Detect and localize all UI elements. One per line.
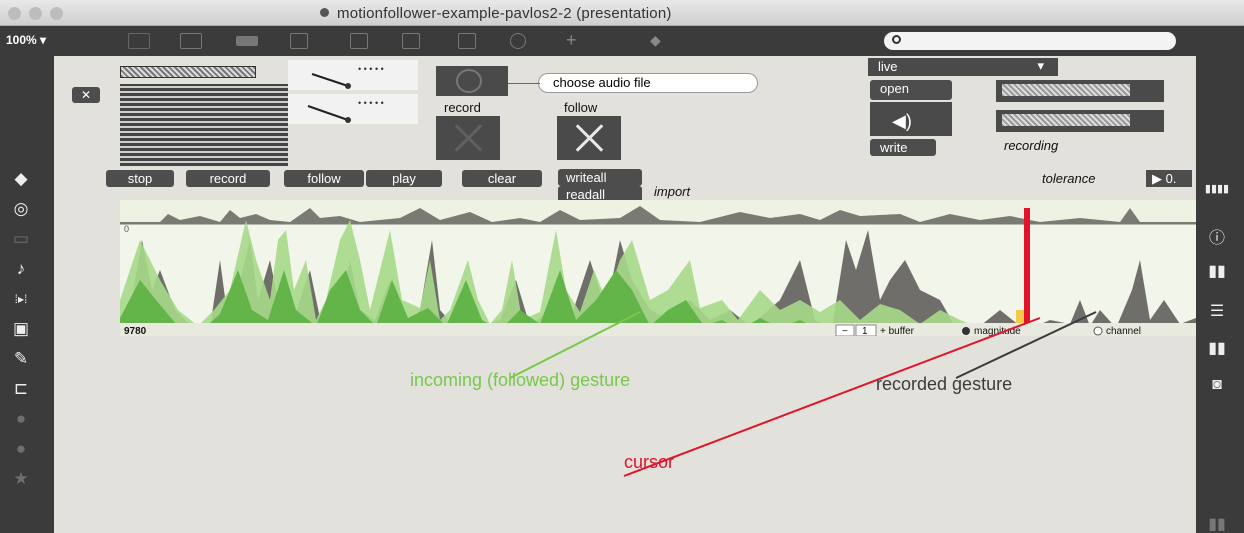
info-icon[interactable]: ⓘ — [1200, 228, 1234, 250]
right-sidebar: ▮▮▮▮ ⓘ ▮▮ ☰ ▮▮ ◙ ▮▮ — [1196, 56, 1244, 533]
cursor-annotation: cursor — [624, 452, 675, 472]
play-icon[interactable] — [402, 33, 420, 49]
grid-icon[interactable] — [128, 33, 150, 49]
target-icon[interactable]: ◎ — [8, 198, 34, 220]
message-icon[interactable] — [180, 33, 202, 49]
close-window-button[interactable] — [8, 7, 21, 20]
columns-icon[interactable]: ▮▮ — [1200, 261, 1234, 283]
image-icon[interactable]: ▣ — [8, 318, 34, 340]
minimize-window-button[interactable] — [29, 7, 42, 20]
recorded-gesture-annotation: recorded gesture — [876, 374, 1013, 394]
plus-icon[interactable]: + — [566, 31, 588, 49]
search-icon — [892, 35, 901, 44]
window-title-text: motionfollower-example-pavlos2-2 (presen… — [337, 5, 672, 22]
incoming-gesture-annotation: incoming (followed) gesture — [410, 370, 631, 390]
pause-icon[interactable]: ▮▮ — [1200, 514, 1234, 533]
toggle-icon[interactable] — [290, 33, 308, 49]
patch-canvas: ✕ • • • • • • • • • • choose audio file … — [54, 56, 1196, 533]
panel-icon[interactable]: ▭ — [8, 228, 34, 250]
zoom-window-button[interactable] — [50, 7, 63, 20]
star-icon[interactable]: ★ — [8, 468, 34, 490]
music-note-icon[interactable]: ♪ — [8, 258, 34, 280]
slider-icon[interactable] — [458, 33, 476, 49]
transport-icon[interactable]: ⁞▸⁞ — [8, 288, 34, 310]
eye-icon[interactable]: ◆ — [650, 33, 672, 49]
recorded-pointer-line — [955, 311, 1097, 379]
plug-icon[interactable]: ⊏ — [8, 378, 34, 400]
cube-icon[interactable]: ◆ — [8, 168, 34, 190]
incoming-pointer-line — [509, 311, 641, 379]
window-title: motionfollower-example-pavlos2-2 (presen… — [320, 5, 672, 22]
vimeo-icon[interactable]: ● — [8, 408, 34, 430]
paperclip-icon[interactable]: ✎ — [8, 348, 34, 370]
mixer-icon[interactable]: ▮▮▮▮ — [1200, 178, 1234, 200]
list-icon[interactable]: ☰ — [1200, 301, 1234, 323]
search-field[interactable] — [884, 32, 1176, 50]
camera-icon[interactable]: ◙ — [1200, 374, 1234, 396]
comment-icon[interactable] — [236, 36, 258, 46]
document-icon — [320, 8, 329, 17]
window-titlebar: motionfollower-example-pavlos2-2 (presen… — [0, 0, 1244, 26]
b-icon[interactable]: ● — [8, 438, 34, 460]
cursor-pointer-line — [623, 317, 1041, 477]
left-sidebar: ◆ ◎ ▭ ♪ ⁞▸⁞ ▣ ✎ ⊏ ● ● ★ — [0, 56, 54, 533]
dial-icon[interactable] — [510, 33, 526, 49]
panels-icon[interactable]: ▮▮ — [1200, 338, 1234, 360]
zoom-menu[interactable]: 100% ▾ — [6, 33, 46, 47]
button-icon[interactable] — [350, 33, 368, 49]
toolbar: 100% ▾ + ◆ — [0, 26, 1244, 56]
